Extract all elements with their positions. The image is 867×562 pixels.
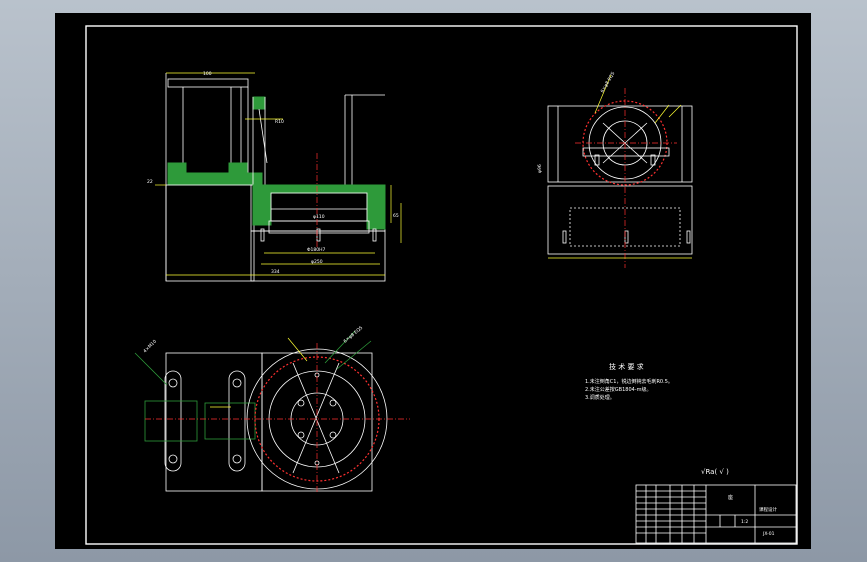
dim-front-width: Φ180H7	[307, 247, 326, 253]
title-school: 课程设计	[759, 506, 777, 513]
side-view: 6×φ8 EQS φ96	[537, 71, 693, 268]
tech-req-1: 1.未注倒角C1，锐边倒钝去毛刺R0.5。	[585, 378, 673, 385]
title-drawing-no: JX-01	[762, 531, 775, 537]
drawing-sheet: 100 R10 Φ180H7 φ250 334 65 22 φ110 6×φ8 …	[55, 13, 811, 549]
dim-bore: φ110	[313, 214, 325, 220]
hatch-base-layer	[167, 172, 263, 186]
dim-lug: 4×M10	[142, 339, 158, 355]
dim-pcd: 6×φ8 EQS	[600, 71, 617, 94]
dim-base-width: φ250	[311, 259, 323, 265]
dim-side-flange: φ96	[537, 164, 543, 173]
dim-side-height: 65	[393, 213, 399, 219]
title-part-name: 座	[728, 494, 733, 501]
drawing-border	[85, 25, 798, 545]
title-block: 座 课程设计 JX-01 1:2	[635, 484, 797, 544]
top-view: 4×M10 6×φ8 EQS	[134, 325, 410, 493]
cad-canvas: 100 R10 Φ180H7 φ250 334 65 22 φ110 6×φ8 …	[85, 25, 798, 545]
title-scale: 1:2	[741, 519, 748, 525]
roughness-note: √Ra( √ )	[701, 468, 729, 476]
dim-radius: R10	[275, 119, 284, 125]
hatch-flange-right	[366, 184, 386, 230]
dim-top: 100	[203, 71, 212, 77]
dim-top-pcd: 6×φ8 EQS	[342, 325, 364, 345]
tech-req-3: 3.调质处理。	[585, 394, 615, 401]
dim-overall: 334	[271, 269, 280, 275]
tech-requirements: 技 术 要 求 1.未注倒角C1，锐边倒钝去毛刺R0.5。 2.未注公差按GB1…	[585, 362, 673, 401]
dim-left-height: 22	[147, 179, 153, 185]
tech-req-title: 技 术 要 求	[609, 362, 644, 371]
front-section-view: 100 R10 Φ180H7 φ250 334 65 22 φ110	[147, 71, 402, 282]
tech-req-2: 2.未注公差按GB1804-m级。	[585, 386, 651, 393]
hatch-flange-left	[252, 184, 272, 226]
